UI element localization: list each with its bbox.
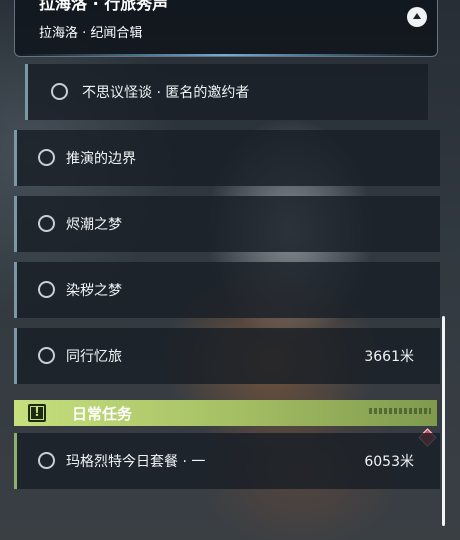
circle-icon <box>38 347 55 364</box>
quest-label: 烬潮之梦 <box>66 217 122 233</box>
section-title: 日常任务 <box>72 405 133 423</box>
circle-icon <box>38 215 55 232</box>
alert-icon <box>28 404 46 422</box>
section-decoration <box>369 408 431 414</box>
header-divider <box>15 54 437 56</box>
scrollbar[interactable] <box>442 316 445 526</box>
circle-icon <box>38 149 55 166</box>
quest-distance: 6053米 <box>364 454 414 470</box>
quest-item-companion-journey[interactable]: 同行忆旅 3661米 <box>14 328 440 384</box>
circle-icon <box>51 83 68 100</box>
daily-quests-header[interactable]: 日常任务 <box>14 400 437 426</box>
chevron-up-icon[interactable] <box>407 7 427 27</box>
quest-header[interactable]: 拉海洛 · 行旅秀声 拉海洛 · 纪闻合辑 <box>14 0 438 57</box>
quest-item-anonymous-invitation[interactable]: 不思议怪谈 · 匿名的邀约者 <box>25 64 428 120</box>
quest-item-margaret-daily-meal[interactable]: 玛格烈特今日套餐 · 一 6053米 <box>14 433 440 489</box>
quest-title: 拉海洛 · 行旅秀声 <box>39 0 169 13</box>
circle-icon <box>38 452 55 469</box>
quest-label: 同行忆旅 <box>66 349 122 365</box>
quest-subtitle: 拉海洛 · 纪闻合辑 <box>39 26 143 41</box>
circle-icon <box>38 281 55 298</box>
quest-label: 玛格烈特今日套餐 · 一 <box>66 454 206 470</box>
quest-item-ember-tide-dream[interactable]: 烬潮之梦 <box>14 196 440 252</box>
quest-item-tainted-dream[interactable]: 染秽之梦 <box>14 262 440 318</box>
quest-distance: 3661米 <box>364 349 414 365</box>
quest-label: 不思议怪谈 · 匿名的邀约者 <box>82 85 250 101</box>
quest-label: 推演的边界 <box>66 151 136 167</box>
quest-label: 染秽之梦 <box>66 283 122 299</box>
quest-item-deduction-boundary[interactable]: 推演的边界 <box>14 130 440 186</box>
